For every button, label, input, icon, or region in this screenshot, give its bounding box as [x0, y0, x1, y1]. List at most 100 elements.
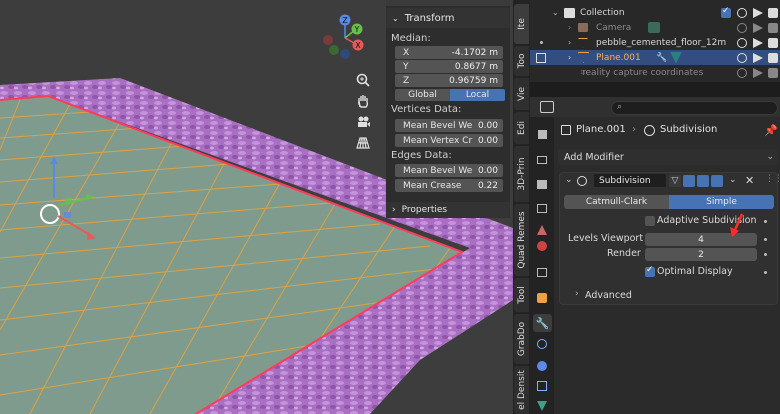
outliner-row-camera[interactable]: › Camera [530, 20, 780, 35]
properties-search-input[interactable]: ⌕ [611, 101, 778, 115]
navigation-gizmo[interactable]: Z X Y [318, 14, 370, 60]
chevron-right-icon: › [392, 205, 396, 215]
collection-exclude-checkbox[interactable] [721, 6, 731, 18]
tab-view[interactable]: Vie [514, 78, 529, 110]
chevron-down-icon[interactable]: ⌄ [565, 175, 573, 185]
global-button[interactable]: Global [395, 89, 450, 101]
render-levels-field[interactable]: 2 [645, 248, 757, 261]
eye-icon[interactable] [737, 8, 747, 18]
tool-settings-icon[interactable] [535, 127, 549, 141]
camera-icon[interactable] [768, 53, 778, 63]
edit-mode-icon[interactable] [536, 52, 546, 63]
properties-panel-header[interactable]: › Properties [386, 202, 510, 218]
chevron-right-icon[interactable]: › [575, 289, 579, 299]
zoom-icon[interactable] [353, 70, 373, 90]
tab-quad-remesher[interactable]: Quad Remes [514, 204, 529, 276]
median-z-field[interactable]: Z 0.96759 m [395, 74, 503, 87]
modifier-icon [644, 125, 655, 136]
chevron-down-icon[interactable]: ⌄ [729, 175, 737, 185]
vertices-data-label: Vertices Data: [391, 104, 462, 115]
physics-icon[interactable] [535, 359, 549, 373]
collection-props-icon[interactable] [535, 265, 549, 279]
keyframe-dot[interactable] [764, 271, 767, 274]
local-button[interactable]: Local [450, 89, 505, 101]
camera-icon[interactable] [768, 68, 778, 78]
eye-icon[interactable] [737, 23, 747, 33]
render-icon[interactable] [535, 153, 549, 167]
edge-crease-field[interactable]: Mean Crease 0.22 [395, 179, 503, 192]
breadcrumb-separator-icon: › [632, 124, 636, 135]
outliner-row-collection[interactable]: ⌄ Collection [530, 5, 780, 20]
transform-panel-header[interactable]: ⌄ Transform [386, 8, 510, 28]
chevron-right-icon[interactable]: › [568, 53, 571, 62]
outliner-row-plane-001[interactable]: › Plane.001 🔧 [530, 50, 780, 65]
view-layer-icon[interactable] [535, 201, 549, 215]
modifier-name-field[interactable]: Subdivision [594, 174, 666, 187]
chevron-down-icon[interactable]: ⌄ [552, 8, 559, 17]
world-icon[interactable] [535, 239, 549, 253]
catmull-clark-button[interactable]: Catmull-Clark [564, 195, 669, 209]
modifier-wrench-icon[interactable]: 🔧 [533, 314, 552, 332]
select-cursor-icon[interactable] [753, 23, 763, 33]
camera-icon[interactable] [768, 38, 778, 48]
edge-bevel-weight-field[interactable]: Mean Bevel We 0.00 [395, 164, 503, 177]
scene-icon[interactable] [535, 223, 549, 237]
constraints-icon[interactable] [535, 379, 549, 393]
vertex-crease-field[interactable]: Mean Vertex Cr 0.00 [395, 134, 503, 147]
tab-edit[interactable]: Edi [514, 112, 529, 144]
tab-grabdoc[interactable]: GrabDo [514, 314, 529, 364]
eye-icon[interactable] [737, 68, 747, 78]
drag-handle-icon[interactable]: ⋮⋮ [765, 174, 780, 184]
editor-type-icon[interactable] [540, 101, 554, 113]
tab-item[interactable]: Ite [514, 4, 529, 44]
transform-title: Transform [404, 12, 455, 24]
adaptive-subdivision-checkbox[interactable] [645, 216, 655, 226]
advanced-subpanel-header[interactable]: Advanced [585, 290, 632, 301]
eye-icon[interactable] [737, 53, 747, 63]
tab-tool[interactable]: Too [514, 46, 529, 76]
levels-viewport-label: Levels Viewport [568, 233, 644, 244]
close-icon[interactable]: ✕ [745, 174, 754, 187]
outliner-row-reality-capture[interactable]: ⌗ reality capture coordinates [530, 65, 780, 80]
camera-icon[interactable] [768, 8, 778, 18]
output-icon[interactable] [535, 177, 549, 191]
perspective-grid-icon[interactable] [353, 133, 373, 153]
add-modifier-dropdown[interactable]: Add Modifier ⌄ [558, 149, 778, 165]
object-icon [561, 125, 571, 135]
edit-mode-toggle-icon[interactable] [683, 175, 695, 187]
keyframe-dot[interactable] [764, 220, 767, 223]
edit-dot [540, 41, 543, 44]
particles-icon[interactable] [535, 337, 549, 351]
on-cage-icon[interactable]: ▽ [669, 175, 681, 187]
keyframe-dot[interactable] [764, 253, 767, 256]
chevron-right-icon[interactable]: › [568, 38, 571, 47]
space-toggle[interactable]: Global Local [395, 89, 505, 101]
tab-texel-density[interactable]: el Densit [514, 366, 529, 414]
pan-hand-icon[interactable] [353, 91, 373, 111]
data-icon[interactable] [535, 399, 549, 413]
select-cursor-icon[interactable] [753, 68, 763, 78]
select-cursor-icon[interactable] [753, 38, 763, 48]
median-y-field[interactable]: Y 0.8677 m [395, 60, 503, 73]
realtime-display-icon[interactable] [697, 175, 709, 187]
select-cursor-icon[interactable] [753, 8, 763, 18]
tab-tool-2[interactable]: Tool [514, 278, 529, 312]
optimal-display-checkbox[interactable] [645, 265, 655, 277]
vertex-bevel-weight-field[interactable]: Mean Bevel We 0.00 [395, 119, 503, 132]
eye-icon[interactable] [737, 38, 747, 48]
outliner-row-pebble-floor[interactable]: › pebble_cemented_floor_12m [530, 35, 780, 50]
camera-view-icon[interactable] [353, 112, 373, 132]
chevron-right-icon[interactable]: › [568, 23, 571, 32]
pin-icon[interactable]: 📌 [764, 124, 778, 137]
object-props-icon[interactable] [535, 291, 549, 305]
select-cursor-icon[interactable] [753, 53, 763, 63]
breadcrumb-object: Plane.001 [576, 124, 626, 135]
render-toggle-icon[interactable] [711, 175, 723, 187]
camera-icon[interactable] [768, 23, 778, 33]
tab-3d-print[interactable]: 3D-Prin [514, 146, 529, 202]
median-x-field[interactable]: X -4.1702 m [395, 46, 503, 59]
simple-button[interactable]: Simple [669, 195, 774, 209]
subdivision-method-toggle[interactable]: Catmull-Clark Simple [564, 195, 774, 209]
search-icon: ⌕ [617, 102, 623, 112]
keyframe-dot[interactable] [764, 238, 767, 241]
